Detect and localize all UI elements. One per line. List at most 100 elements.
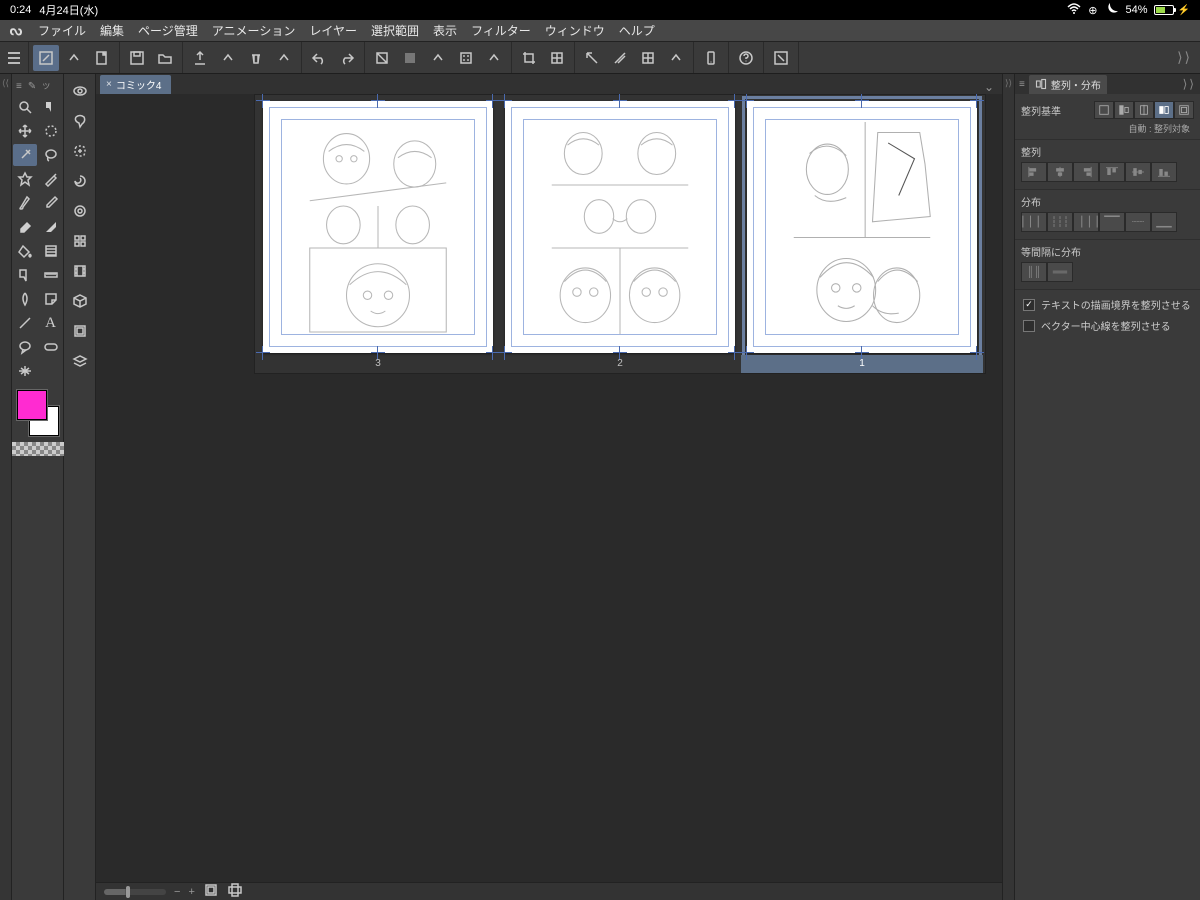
zoom-in-button[interactable]: + [188,886,194,898]
transparent-swatch[interactable] [12,442,64,456]
undo-button[interactable] [306,45,332,71]
align-hcenter-button[interactable] [1047,162,1073,182]
subtool-shrink-icon[interactable] [67,138,93,164]
fill-tool[interactable] [13,240,37,262]
panel-overflow-icon[interactable]: ⟩⟩ [1183,77,1196,91]
move-layer-tool[interactable] [13,120,37,142]
eyedropper-tool[interactable] [39,192,63,214]
edit-page-button[interactable] [33,45,59,71]
close-tab-icon[interactable]: × [106,79,112,90]
basis-left-button[interactable] [1114,101,1134,119]
export-button[interactable] [187,45,213,71]
panel-menu-icon[interactable]: ≡ [1019,79,1025,90]
menu-anim[interactable]: アニメーション [212,22,296,39]
cmd-chevron-5[interactable] [663,45,689,71]
menu-window[interactable]: ウィンドウ [545,22,605,39]
operation-tool[interactable] [13,264,37,286]
dist-right-button[interactable]: ▕▕▕ [1073,212,1099,232]
smartphone-preview-button[interactable] [698,45,724,71]
transform-button[interactable] [544,45,570,71]
zoom-tool[interactable] [13,96,37,118]
ruler-select-button[interactable] [579,45,605,71]
menu-page[interactable]: ページ管理 [138,22,198,39]
canvas-viewport[interactable]: 3 [96,94,1002,882]
sub-view-tool[interactable] [13,168,37,190]
dist-bottom-button[interactable]: ▁▁ [1151,212,1177,232]
balloon-tool[interactable] [13,336,37,358]
pen-tool[interactable] [39,168,63,190]
open-button[interactable] [152,45,178,71]
grid-button[interactable] [635,45,661,71]
document-tab[interactable]: × コミック4 [100,75,171,94]
blend-tool[interactable] [39,216,63,238]
page-thumb-2[interactable]: 2 [505,101,735,353]
checkbox-icon[interactable] [1023,320,1035,332]
subtool-film-icon[interactable] [67,258,93,284]
collapse-up-icon[interactable] [61,45,87,71]
dist-top-button[interactable]: ▔▔ [1099,212,1125,232]
cmd-chevron-2[interactable] [271,45,297,71]
equal-v-button[interactable]: ══ [1047,262,1073,282]
color-swatch[interactable] [15,390,61,440]
subtool-target-icon[interactable] [67,198,93,224]
commandbar-overflow-icon[interactable]: ⟩⟩ [1169,49,1200,66]
zoom-out-button[interactable]: − [174,886,180,898]
wand-tool[interactable] [13,144,37,166]
correct-line-tool[interactable] [39,336,63,358]
dist-vcenter-button[interactable]: ┈┈ [1125,212,1151,232]
lasso-tool[interactable] [39,144,63,166]
basis-canvas-button[interactable] [1094,101,1114,119]
effect-tool[interactable] [13,360,37,382]
line-tool[interactable] [13,312,37,334]
basis-center-button[interactable] [1134,101,1154,119]
subtool-grid-icon[interactable] [67,228,93,254]
menu-help[interactable]: ヘルプ [619,22,655,39]
menu-filter[interactable]: フィルター [471,22,531,39]
opt-text-bounds[interactable]: テキストの描画境界を整列させる [1021,294,1194,315]
align-top-button[interactable] [1099,162,1125,182]
tone-button[interactable] [453,45,479,71]
fullscreen-button[interactable] [768,45,794,71]
liquify-tool[interactable] [13,288,37,310]
cmd-chevron-4[interactable] [481,45,507,71]
delete-button[interactable] [243,45,269,71]
subtool-lasso-icon[interactable] [67,108,93,134]
align-bottom-button[interactable] [1151,162,1177,182]
gradient-tool[interactable] [39,240,63,262]
move-view-tool[interactable] [39,96,63,118]
subtool-cube-icon[interactable] [67,288,93,314]
page-thumb-3[interactable]: 3 [263,101,493,353]
menu-layer[interactable]: レイヤー [309,22,357,39]
fill-button[interactable] [397,45,423,71]
subtool-spiral-icon[interactable] [67,168,93,194]
tabbar-collapse-icon[interactable]: ⌄ [976,80,1002,94]
align-right-button[interactable] [1073,162,1099,182]
help-button[interactable] [733,45,759,71]
eraser-tool[interactable] [13,216,37,238]
dist-left-button[interactable]: ▏▏▏ [1021,212,1047,232]
align-left-button[interactable] [1021,162,1047,182]
marquee-tool[interactable] [39,120,63,142]
brush-tool[interactable] [13,192,37,214]
checkbox-icon[interactable] [1023,299,1035,311]
menu-edit[interactable]: 編集 [100,22,124,39]
menu-select[interactable]: 選択範囲 [371,22,419,39]
subtool-frame-icon[interactable] [67,318,93,344]
foreground-color[interactable] [17,390,47,420]
app-logo-icon[interactable]: ᔓ [8,23,24,39]
cmd-chevron-3[interactable] [425,45,451,71]
crop-button[interactable] [516,45,542,71]
panel-tab[interactable]: 整列・分布 [1029,75,1107,94]
subtool-eye-icon[interactable] [67,78,93,104]
save-button[interactable] [124,45,150,71]
right-collapse-strip[interactable]: ⟩⟩ [1002,74,1014,900]
subtool-layers-icon[interactable] [67,348,93,374]
ruler-tool[interactable] [39,264,63,286]
basis-clip-button[interactable] [1174,101,1194,119]
page-thumb-1[interactable]: 1 [747,101,977,353]
menu-file[interactable]: ファイル [38,22,86,39]
redo-button[interactable] [334,45,360,71]
snap-button[interactable] [607,45,633,71]
cmd-chevron-1[interactable] [215,45,241,71]
fit-screen-button[interactable] [203,882,219,900]
